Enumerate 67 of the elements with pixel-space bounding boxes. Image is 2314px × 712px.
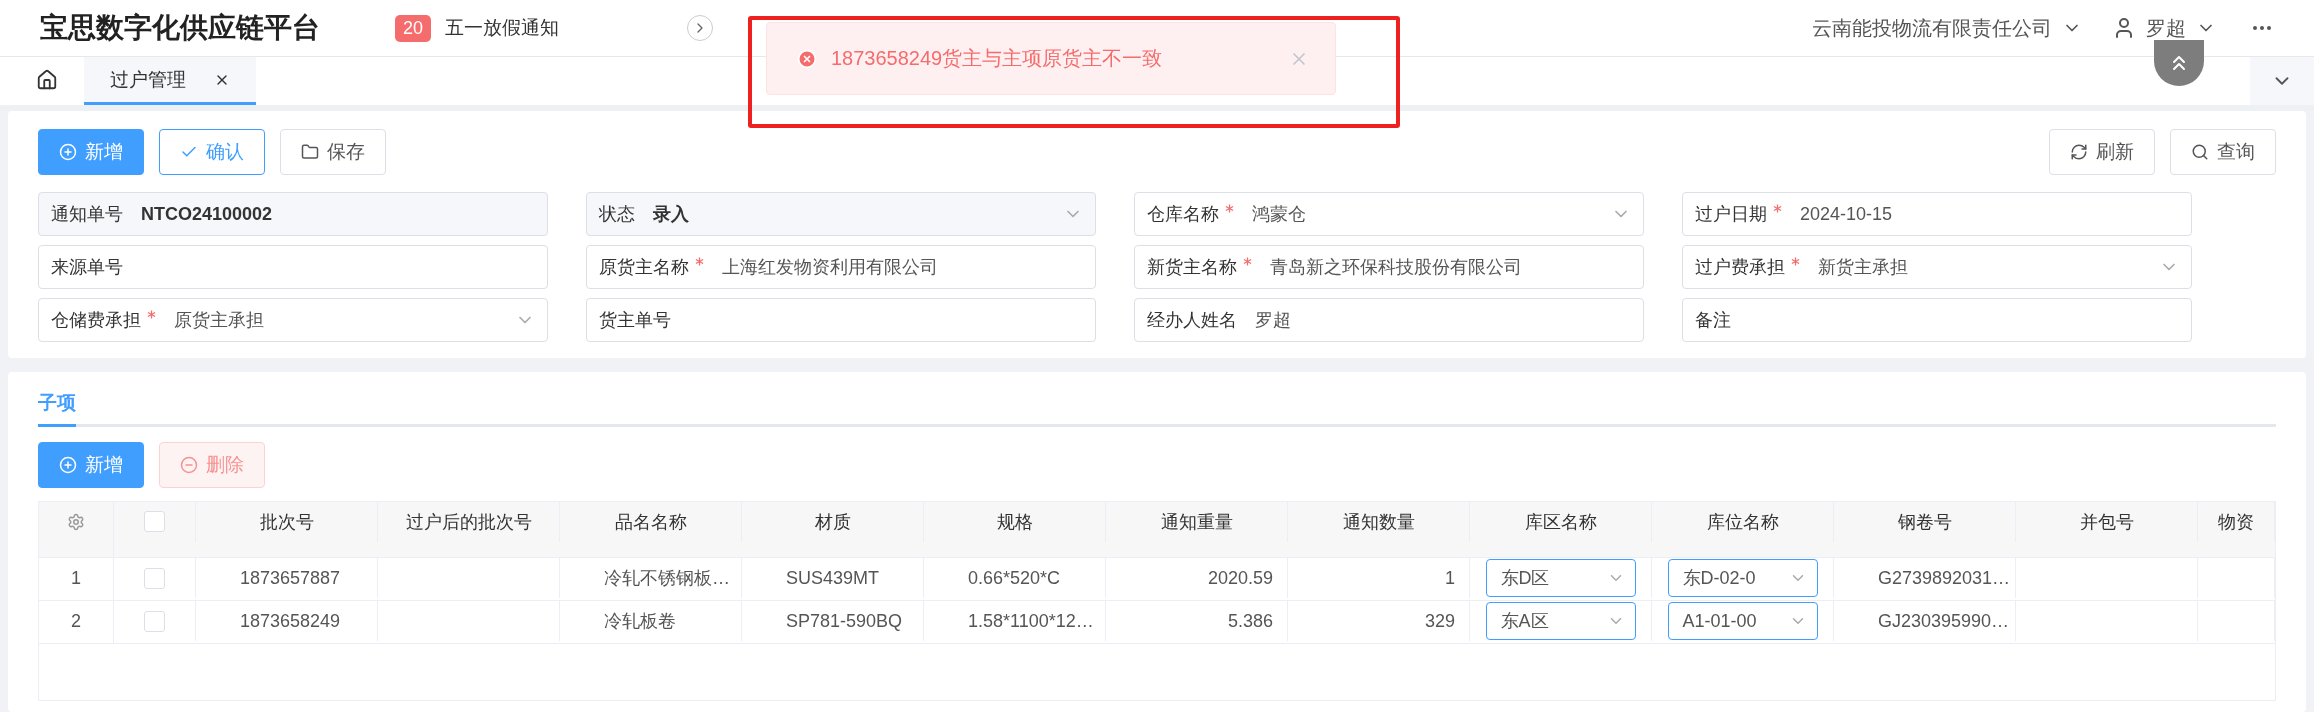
select-field[interactable]: A1-01-00 (1667, 602, 1818, 640)
column-header: 通知重量 (1106, 502, 1288, 542)
error-icon (797, 48, 817, 69)
minus-circle-icon (180, 456, 198, 474)
row-number: 2 (39, 601, 114, 641)
table-cell: 1.58*1100*12… (924, 601, 1106, 641)
table-cell: 2020.59 (1106, 558, 1288, 598)
select-field[interactable]: 东D区 (1485, 559, 1636, 597)
select-field[interactable]: 东A区 (1485, 602, 1636, 640)
table-cell: SUS439MT (742, 558, 924, 598)
error-message: 1873658249货主与主项原货主不一致 (831, 46, 1163, 71)
select-field[interactable]: 仓库名称 鸿蒙仓 (1134, 192, 1644, 236)
input-field[interactable]: 备注 (1682, 298, 2192, 342)
table-cell: 1873657887 (196, 558, 378, 598)
column-header: 规格 (924, 502, 1106, 542)
input-field[interactable]: 过户日期 2024-10-15 (1682, 192, 2192, 236)
notice-count: 20 (395, 14, 432, 42)
select-field[interactable]: 仓储费承担 原货主承担 (38, 298, 548, 342)
table-cell: 冷轧不锈钢板… (560, 558, 742, 598)
column-header: 材质 (742, 502, 924, 542)
row-number: 1 (39, 558, 114, 598)
table-cell: G2739892031… (1834, 558, 2016, 598)
plus-circle-icon (59, 143, 77, 161)
input-field[interactable]: 货主单号 (586, 298, 1096, 342)
select-field[interactable]: 状态 录入 (586, 192, 1096, 236)
action-button[interactable]: 刷新 (2049, 129, 2155, 175)
search-icon (2191, 143, 2209, 161)
input-field[interactable]: 经办人姓名 罗超 (1134, 298, 1644, 342)
input-field[interactable]: 通知单号 NTCO24100002 (38, 192, 548, 236)
plus-circle-icon (59, 456, 77, 474)
column-header: 品名名称 (560, 502, 742, 542)
app-title: 宝思数字化供应链平台 (40, 11, 321, 45)
column-header: 过户后的批次号 (378, 502, 560, 542)
table-cell: 5.386 (1106, 601, 1288, 641)
row-checkbox[interactable] (144, 610, 165, 632)
page-tab[interactable]: 过户管理 (84, 57, 256, 105)
table-cell: 冷轧板卷 (560, 601, 742, 641)
action-button[interactable]: 查询 (2170, 129, 2276, 175)
folder-icon (301, 143, 319, 161)
column-header: 并包号 (2016, 502, 2198, 542)
select-all-checkbox[interactable] (144, 511, 165, 533)
table-cell: 1873658249 (196, 601, 378, 641)
user-name[interactable]: 罗超 (2146, 14, 2186, 42)
table-cell: 1 (1288, 558, 1470, 598)
table-cell: SP781-590BQ (742, 601, 924, 641)
table-cell: 329 (1288, 601, 1470, 641)
column-header: 物资 (2198, 502, 2275, 542)
scroll-up-icon[interactable] (2154, 40, 2204, 86)
action-button[interactable]: 保存 (280, 129, 386, 175)
select-field[interactable]: 过户费承担 新货主承担 (1682, 245, 2192, 289)
home-icon (36, 68, 58, 91)
company-selector[interactable]: 云南能投物流有限责任公司 (1812, 14, 2052, 42)
column-header: 通知数量 (1288, 502, 1470, 542)
table-cell: GJ230395990… (1834, 601, 2016, 641)
column-header: 库区名称 (1470, 502, 1652, 542)
input-field[interactable]: 新货主名称 青岛新之环保科技股份有限公司 (1134, 245, 1644, 289)
notice-text[interactable]: 五一放假通知 (445, 15, 688, 41)
refresh-icon (2070, 143, 2088, 161)
input-field[interactable]: 来源单号 (38, 245, 548, 289)
table-cell: 0.66*520*C (924, 558, 1106, 598)
input-field[interactable]: 原货主名称 上海红发物资利用有限公司 (586, 245, 1096, 289)
column-header: 批次号 (196, 502, 378, 542)
column-header: 钢卷号 (1834, 502, 2016, 542)
row-checkbox[interactable] (144, 567, 165, 589)
column-header: 库位名称 (1652, 502, 1834, 542)
settings-icon[interactable] (67, 512, 85, 531)
select-field[interactable]: 东D-02-0 (1667, 559, 1818, 597)
